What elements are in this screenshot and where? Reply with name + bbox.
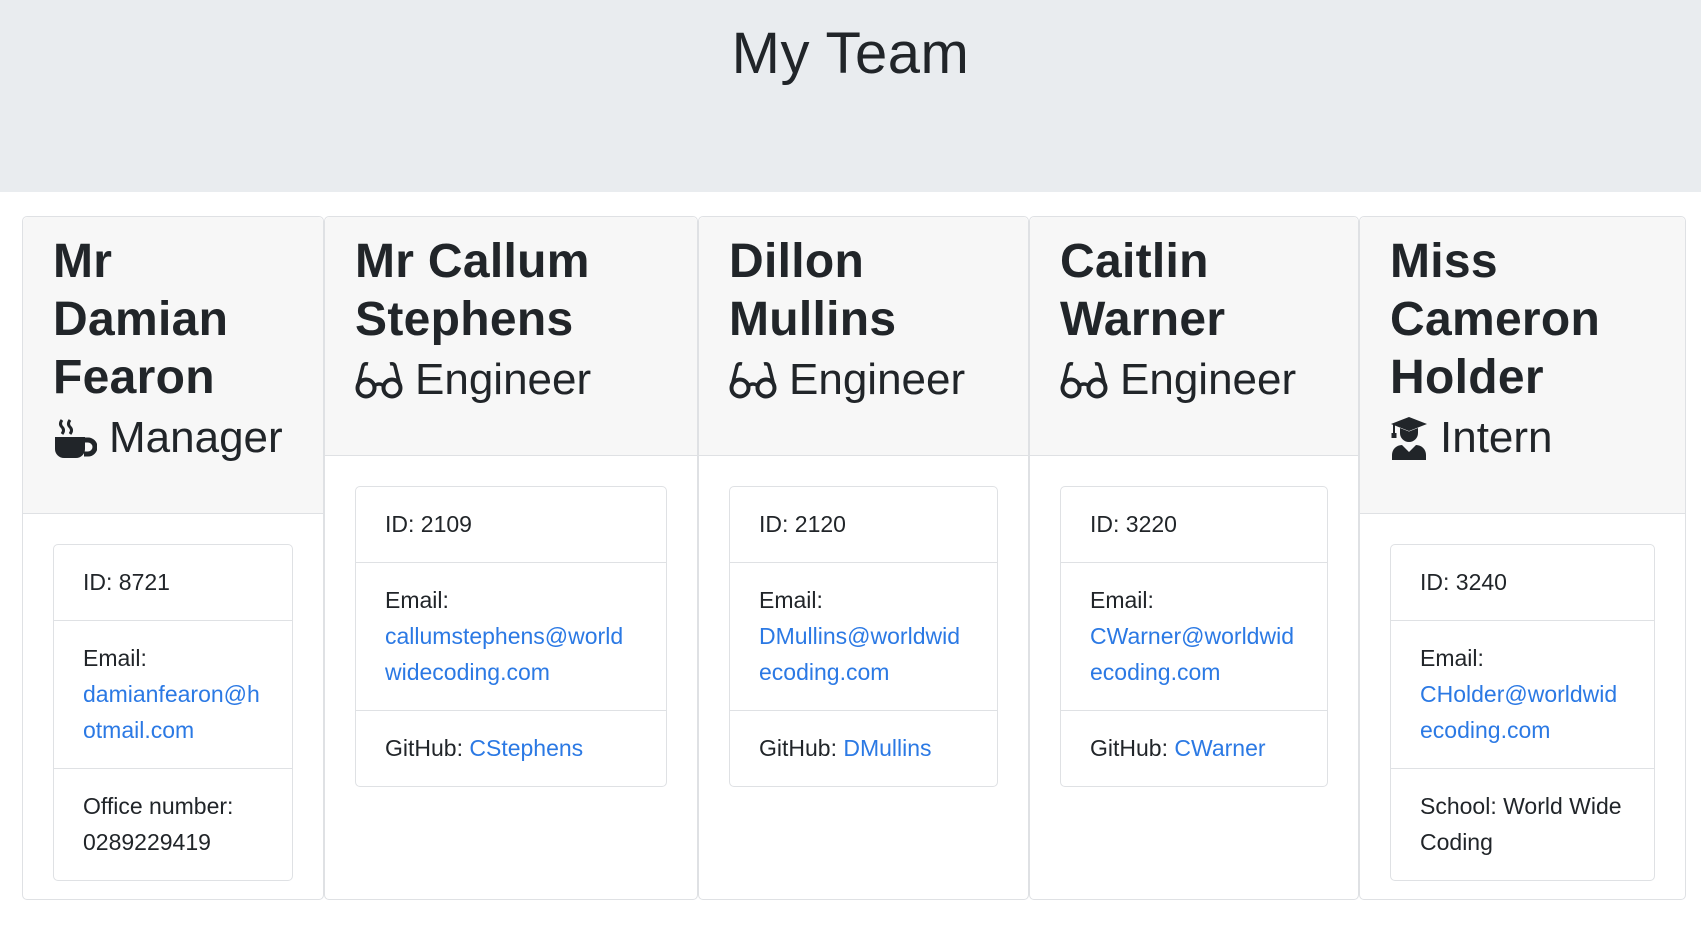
role-label: Manager <box>109 413 283 462</box>
coffee-mug-icon <box>55 419 97 458</box>
employee-name: Miss Cameron Holder <box>1390 235 1601 404</box>
employee-role: Intern <box>1390 409 1665 467</box>
email-link[interactable]: DMullins@worldwidecoding.com <box>759 623 960 685</box>
card-header: Mr Callum Stephens Engineer <box>325 217 697 456</box>
employee-id: ID: 2120 <box>730 487 997 563</box>
graduate-icon <box>1391 417 1427 460</box>
employee-id: ID: 2109 <box>356 487 666 563</box>
role-label: Engineer <box>415 355 592 404</box>
email-link[interactable]: CHolder@worldwidecoding.com <box>1420 681 1617 743</box>
email-label: Email: <box>83 645 147 671</box>
github-label: GitHub: <box>385 735 463 761</box>
employee-id: ID: 3240 <box>1391 545 1654 621</box>
team-card-engineer: Dillon Mullins Engineer ID: 2120 Email: … <box>698 216 1029 900</box>
office-number-item: Office number: 0289229419 <box>54 769 292 880</box>
employee-role: Manager <box>53 409 303 467</box>
glasses-icon <box>729 362 777 399</box>
employee-role: Engineer <box>1060 351 1338 409</box>
github-link[interactable]: CWarner <box>1174 735 1265 761</box>
email-link[interactable]: damianfearon@hotmail.com <box>83 681 260 743</box>
email-label: Email: <box>1090 587 1154 613</box>
team-card-engineer: Mr Callum Stephens Engineer ID: 2109 Ema… <box>324 216 698 900</box>
card-header: Mr Damian Fearon Manager <box>23 217 323 514</box>
github-link[interactable]: DMullins <box>843 735 931 761</box>
employee-name: Mr Callum Stephens <box>355 235 590 346</box>
github-label: GitHub: <box>759 735 837 761</box>
employee-id: ID: 8721 <box>54 545 292 621</box>
team-card-engineer: Caitlin Warner Engineer ID: 3220 Email: … <box>1029 216 1359 900</box>
email-label: Email: <box>385 587 449 613</box>
role-label: Engineer <box>789 355 966 404</box>
employee-email-item: Email: CWarner@worldwidecoding.com <box>1061 563 1327 711</box>
page-header: My Team <box>0 0 1701 192</box>
page-title: My Team <box>731 21 970 86</box>
role-label: Engineer <box>1120 355 1297 404</box>
employee-name: Caitlin Warner <box>1060 235 1226 346</box>
employee-details-list: ID: 8721 Email: damianfearon@hotmail.com… <box>53 544 293 881</box>
employee-details-list: ID: 2109 Email: callumstephens@worldwide… <box>355 486 667 787</box>
employee-details-list: ID: 2120 Email: DMullins@worldwidecoding… <box>729 486 998 787</box>
employee-name: Dillon Mullins <box>729 235 897 346</box>
employee-email-item: Email: DMullins@worldwidecoding.com <box>730 563 997 711</box>
role-label: Intern <box>1440 413 1553 462</box>
email-link[interactable]: callumstephens@worldwidecoding.com <box>385 623 623 685</box>
card-header: Dillon Mullins Engineer <box>699 217 1028 456</box>
email-label: Email: <box>1420 645 1484 671</box>
office-number-label: Office number: <box>83 793 234 819</box>
employee-details-list: ID: 3220 Email: CWarner@worldwidecoding.… <box>1060 486 1328 787</box>
email-label: Email: <box>759 587 823 613</box>
team-card-intern: Miss Cameron Holder Intern ID: 3240 Emai… <box>1359 216 1686 900</box>
employee-id: ID: 3220 <box>1061 487 1327 563</box>
employee-role: Engineer <box>355 351 677 409</box>
employee-name: Mr Damian Fearon <box>53 235 229 404</box>
employee-email-item: Email: callumstephens@worldwidecoding.co… <box>356 563 666 711</box>
github-item: GitHub: CWarner <box>1061 711 1327 786</box>
github-link[interactable]: CStephens <box>469 735 583 761</box>
employee-role: Engineer <box>729 351 1008 409</box>
glasses-icon <box>1060 362 1108 399</box>
email-link[interactable]: CWarner@worldwidecoding.com <box>1090 623 1294 685</box>
card-header: Caitlin Warner Engineer <box>1030 217 1358 456</box>
github-label: GitHub: <box>1090 735 1168 761</box>
glasses-icon <box>355 362 403 399</box>
school-label: School: <box>1420 793 1497 819</box>
office-number-value: 0289229419 <box>83 829 211 855</box>
github-item: GitHub: DMullins <box>730 711 997 786</box>
employee-email-item: Email: CHolder@worldwidecoding.com <box>1391 621 1654 769</box>
card-header: Miss Cameron Holder Intern <box>1360 217 1685 514</box>
school-item: School: World Wide Coding <box>1391 769 1654 880</box>
employee-email-item: Email: damianfearon@hotmail.com <box>54 621 292 769</box>
employee-details-list: ID: 3240 Email: CHolder@worldwidecoding.… <box>1390 544 1655 881</box>
team-card-manager: Mr Damian Fearon Manager ID: 8721 Email:… <box>22 216 324 900</box>
github-item: GitHub: CStephens <box>356 711 666 786</box>
